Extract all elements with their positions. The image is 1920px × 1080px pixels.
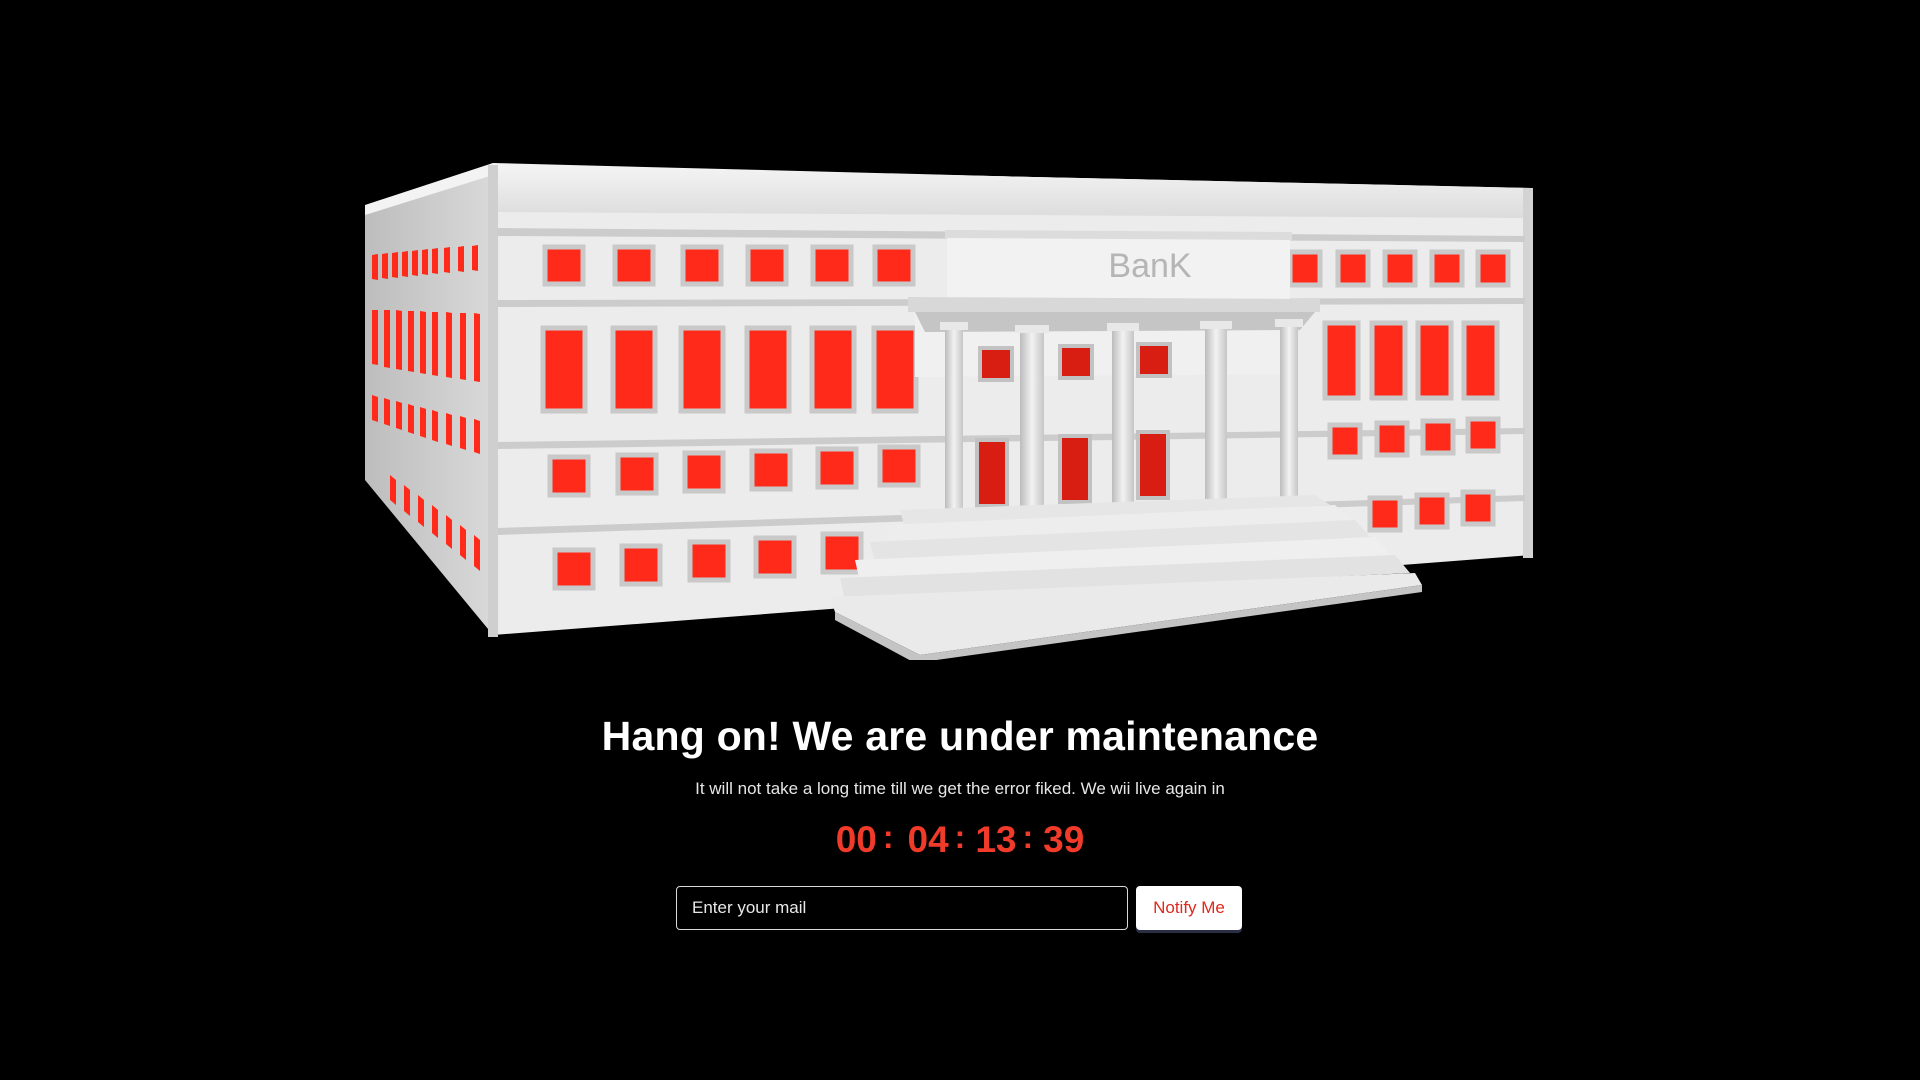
countdown-separator: : — [1022, 819, 1034, 855]
bank-sign: BanK — [1108, 247, 1191, 285]
front-steps — [830, 495, 1422, 660]
notify-form: Notify Me — [676, 886, 1242, 930]
countdown-seconds: 39 — [1043, 819, 1085, 860]
bank-building-illustration: BanK — [365, 163, 1533, 660]
maintenance-page: BanK Hang on! We are under maintenance I… — [0, 0, 1920, 1080]
page-subtitle: It will not take a long time till we get… — [695, 779, 1225, 798]
page-title: Hang on! We are under maintenance — [601, 713, 1319, 759]
countdown-timer: 00 : 04 : 13 : 39 — [0, 816, 1920, 864]
countdown-hours: 04 — [907, 819, 949, 860]
countdown-days: 00 — [835, 819, 877, 860]
countdown-separator: : — [882, 819, 894, 855]
countdown-separator: : — [954, 819, 966, 855]
countdown-minutes: 13 — [975, 819, 1017, 860]
notify-me-button[interactable]: Notify Me — [1136, 886, 1242, 930]
email-input[interactable] — [676, 886, 1128, 930]
